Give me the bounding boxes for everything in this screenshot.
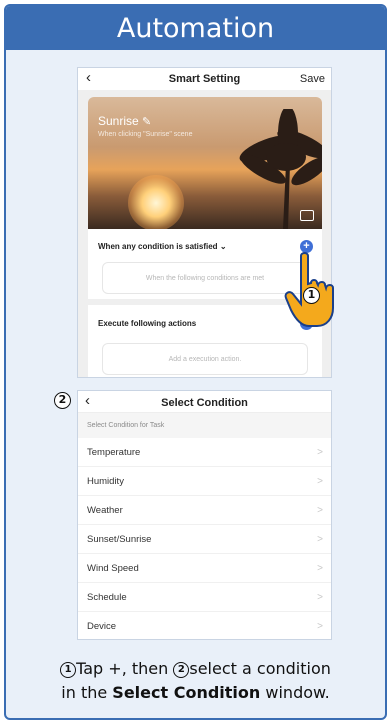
caption-line-1: 1 Tap +, then 2 select a condition <box>6 657 385 681</box>
condition-item-schedule[interactable]: Schedule > <box>78 583 331 612</box>
action-title: Execute following actions <box>98 319 197 328</box>
chevron-right-icon: > <box>317 563 323 574</box>
screen-title: Select Condition <box>161 397 248 409</box>
condition-title[interactable]: When any condition is satisfied ⌄ <box>98 242 227 251</box>
caption-step2-text: select a condition <box>189 659 331 678</box>
nav-bar: ‹ Select Condition <box>78 391 331 413</box>
caption-step1-text: Tap +, then <box>76 659 169 678</box>
condition-item-sunset-sunrise[interactable]: Sunset/Sunrise > <box>78 525 331 554</box>
condition-item-wind-speed[interactable]: Wind Speed > <box>78 554 331 583</box>
chevron-right-icon: > <box>317 534 323 545</box>
settings-body: Sunrise ✎ When clicking "Sunrise" scene … <box>78 90 331 377</box>
edit-pencil-icon[interactable]: ✎ <box>142 116 151 128</box>
scene-name[interactable]: Sunrise ✎ <box>98 114 151 128</box>
select-condition-screen: ‹ Select Condition Select Condition for … <box>77 390 332 640</box>
chevron-right-icon: > <box>317 621 323 632</box>
image-icon[interactable] <box>300 210 314 221</box>
condition-placeholder[interactable]: When the following conditions are met <box>102 262 308 294</box>
condition-item-humidity[interactable]: Humidity > <box>78 467 331 496</box>
section-subtitle: Select Condition for Task <box>78 413 331 438</box>
save-button[interactable]: Save <box>300 73 325 85</box>
chevron-right-icon: > <box>317 592 323 603</box>
screen-title: Smart Setting <box>168 73 241 85</box>
instruction-caption: 1 Tap +, then 2 select a condition in the … <box>6 657 385 705</box>
step1-number: 1 <box>60 662 77 678</box>
condition-item-temperature[interactable]: Temperature > <box>78 438 331 467</box>
caption-line-2: in the Select Condition window. <box>61 683 330 702</box>
automation-card: Automation ‹ Smart Setting Save Sunrise … <box>4 4 387 720</box>
nav-bar: ‹ Smart Setting Save <box>78 68 331 90</box>
action-placeholder[interactable]: Add a execution action. <box>102 343 308 375</box>
condition-list: Temperature > Humidity > Weather > Sunset/S… <box>78 438 331 639</box>
caption-bold-term: Select Condition <box>112 683 261 702</box>
sun-graphic <box>128 175 184 229</box>
chevron-right-icon: > <box>317 447 323 458</box>
chevron-right-icon: > <box>317 476 323 487</box>
chevron-right-icon: > <box>317 505 323 516</box>
step2-badge: 2 <box>54 392 71 409</box>
condition-item-weather[interactable]: Weather > <box>78 496 331 525</box>
condition-item-device[interactable]: Device > <box>78 612 331 639</box>
step2-number: 2 <box>173 662 190 678</box>
step1-badge: 1 <box>303 287 320 304</box>
scene-cover-image: Sunrise ✎ When clicking "Sunrise" scene <box>88 97 322 229</box>
card-title: Automation <box>6 6 385 50</box>
scene-subtitle: When clicking "Sunrise" scene <box>98 131 193 138</box>
chevron-down-icon: ⌄ <box>219 242 227 251</box>
smart-setting-screen: ‹ Smart Setting Save Sunrise ✎ When clic… <box>77 67 332 378</box>
